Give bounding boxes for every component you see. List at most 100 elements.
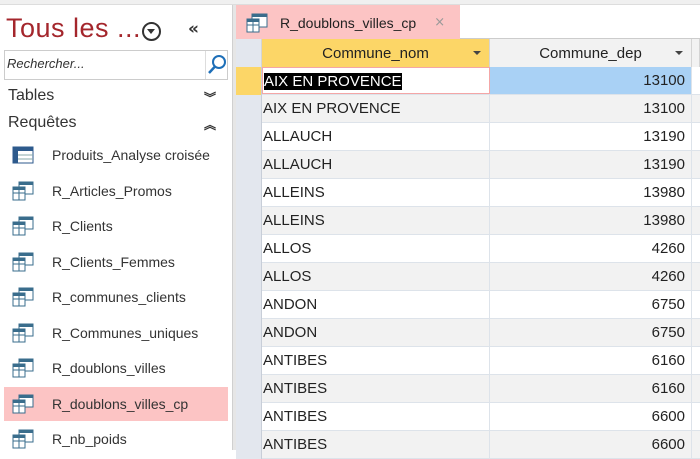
- nav-title[interactable]: Tous les ...: [6, 13, 141, 44]
- cell-commune-nom[interactable]: ANTIBES: [262, 403, 490, 430]
- table-row[interactable]: ALLAUCH 13190: [236, 151, 700, 179]
- cell-commune-dep[interactable]: 6750: [490, 319, 692, 346]
- cell-commune-dep[interactable]: 4260: [490, 235, 692, 262]
- row-selector[interactable]: [236, 235, 262, 263]
- cell-commune-nom[interactable]: ALLEINS: [262, 179, 490, 206]
- collapse-icon[interactable]: ︽: [204, 116, 216, 133]
- cell-commune-nom[interactable]: ALLAUCH: [262, 151, 490, 178]
- cell-commune-nom[interactable]: ANTIBES: [262, 375, 490, 402]
- table-row[interactable]: ANTIBES 6160: [236, 375, 700, 403]
- row-selector[interactable]: [236, 291, 262, 319]
- dropdown-arrow-icon[interactable]: [473, 51, 481, 55]
- query-icon: [246, 13, 268, 32]
- column-header-commune-nom[interactable]: Commune_nom: [262, 39, 490, 67]
- row-selector[interactable]: [236, 347, 262, 375]
- query-icon: [12, 181, 34, 200]
- column-header-next[interactable]: [692, 39, 700, 67]
- query-icon: [12, 252, 34, 271]
- cell-commune-nom[interactable]: ALLOS: [262, 263, 490, 290]
- cell-commune-dep[interactable]: 13190: [490, 123, 692, 150]
- query-icon: [12, 287, 34, 307]
- nav-item[interactable]: R_doublons_villes: [4, 351, 228, 385]
- dropdown-arrow-icon[interactable]: [675, 51, 683, 55]
- nav-item[interactable]: R_Articles_Promos: [4, 174, 228, 208]
- cell-commune-nom[interactable]: ANTIBES: [262, 431, 490, 458]
- query-icon: [12, 323, 34, 342]
- cell-commune-nom[interactable]: ANDON: [262, 319, 490, 346]
- nav-item[interactable]: R_Communes_uniques: [4, 316, 228, 350]
- cell-commune-dep[interactable]: 13190: [490, 151, 692, 178]
- table-row[interactable]: ANTIBES 6160: [236, 347, 700, 375]
- table-row[interactable]: ANTIBES 6600: [236, 431, 700, 459]
- cell-commune-dep[interactable]: 6600: [490, 431, 692, 458]
- group-requetes[interactable]: Requêtes: [8, 114, 77, 132]
- row-selector[interactable]: [236, 123, 262, 151]
- table-row[interactable]: ALLEINS 13980: [236, 179, 700, 207]
- nav-item-label: R_doublons_villes_cp: [52, 395, 189, 412]
- nav-item-label: R_doublons_villes: [52, 360, 166, 376]
- table-row[interactable]: ANDON 6750: [236, 319, 700, 347]
- row-selector[interactable]: [236, 207, 262, 235]
- table-row[interactable]: ALLAUCH 13190: [236, 123, 700, 151]
- cell-commune-dep[interactable]: 6750: [490, 291, 692, 318]
- row-selector[interactable]: [236, 67, 262, 95]
- table-row[interactable]: ANDON 6750: [236, 291, 700, 319]
- expand-icon[interactable]: ︾: [204, 89, 216, 106]
- cell-commune-nom[interactable]: ANTIBES: [262, 347, 490, 374]
- tab-r-doublons-villes-cp[interactable]: R_doublons_villes_cp ×: [236, 5, 460, 40]
- cell-commune-dep[interactable]: 6160: [490, 347, 692, 374]
- close-icon[interactable]: ×: [434, 15, 445, 30]
- row-selector[interactable]: [236, 375, 262, 403]
- search-box[interactable]: Rechercher...: [4, 50, 228, 80]
- nav-item[interactable]: R_Clients: [4, 209, 228, 243]
- row-selector[interactable]: [236, 263, 262, 291]
- table-row[interactable]: ANTIBES 6600: [236, 403, 700, 431]
- table-row[interactable]: ALLEINS 13980: [236, 207, 700, 235]
- crosstab-query-icon: [12, 146, 34, 164]
- collapse-pane-icon[interactable]: «: [188, 19, 199, 39]
- query-icon: [12, 216, 34, 236]
- cell-commune-dep[interactable]: 4260: [490, 263, 692, 290]
- query-icon: [12, 394, 34, 413]
- table-row[interactable]: AIX EN PROVENCE 13100: [236, 95, 700, 123]
- select-all-corner[interactable]: [236, 39, 262, 67]
- cell-commune-nom[interactable]: ALLEINS: [262, 207, 490, 234]
- row-selector[interactable]: [236, 179, 262, 207]
- nav-item-label: R_nb_poids: [52, 431, 127, 447]
- cell-commune-nom[interactable]: AIX EN PROVENCE: [262, 67, 490, 94]
- cell-commune-nom[interactable]: ALLOS: [262, 235, 490, 262]
- search-input[interactable]: Rechercher...: [7, 56, 85, 71]
- cell-commune-dep[interactable]: 6600: [490, 403, 692, 430]
- column-header-commune-dep[interactable]: Commune_dep: [490, 39, 692, 67]
- cell-commune-dep[interactable]: 13100: [490, 67, 692, 94]
- row-selector[interactable]: [236, 95, 262, 123]
- nav-item[interactable]: Produits_Analyse croisée: [4, 138, 228, 172]
- cell-commune-dep[interactable]: 13100: [490, 95, 692, 122]
- search-icon[interactable]: [205, 51, 227, 79]
- cell-commune-dep[interactable]: 6160: [490, 375, 692, 402]
- query-icon: [12, 358, 34, 378]
- nav-item-label: Produits_Analyse croisée: [52, 147, 210, 163]
- nav-menu-dropdown-icon[interactable]: [142, 22, 161, 41]
- tab-label: R_doublons_villes_cp: [280, 14, 417, 31]
- row-selector[interactable]: [236, 151, 262, 179]
- group-tables[interactable]: Tables: [8, 87, 54, 105]
- nav-item[interactable]: R_communes_clients: [4, 280, 228, 314]
- row-selector[interactable]: [236, 319, 262, 347]
- nav-item[interactable]: R_doublons_villes_cp: [4, 386, 228, 421]
- cell-commune-nom[interactable]: AIX EN PROVENCE: [262, 95, 490, 122]
- datasheet: Commune_nom Commune_dep AIX EN PROVENCE 1…: [236, 39, 700, 459]
- nav-item-label: R_Articles_Promos: [52, 182, 172, 199]
- table-row[interactable]: ALLOS 4260: [236, 235, 700, 263]
- row-selector[interactable]: [236, 431, 262, 459]
- cell-commune-nom[interactable]: ANDON: [262, 291, 490, 318]
- cell-commune-dep[interactable]: 13980: [490, 179, 692, 206]
- nav-item[interactable]: R_nb_poids: [4, 422, 228, 456]
- table-row[interactable]: ALLOS 4260: [236, 263, 700, 291]
- row-selector[interactable]: [236, 403, 262, 431]
- cell-commune-dep[interactable]: 13980: [490, 207, 692, 234]
- document-tabs: R_doublons_villes_cp ×: [236, 5, 700, 40]
- cell-commune-nom[interactable]: ALLAUCH: [262, 123, 490, 150]
- nav-item[interactable]: R_Clients_Femmes: [4, 245, 228, 279]
- table-row[interactable]: AIX EN PROVENCE 13100: [236, 67, 700, 95]
